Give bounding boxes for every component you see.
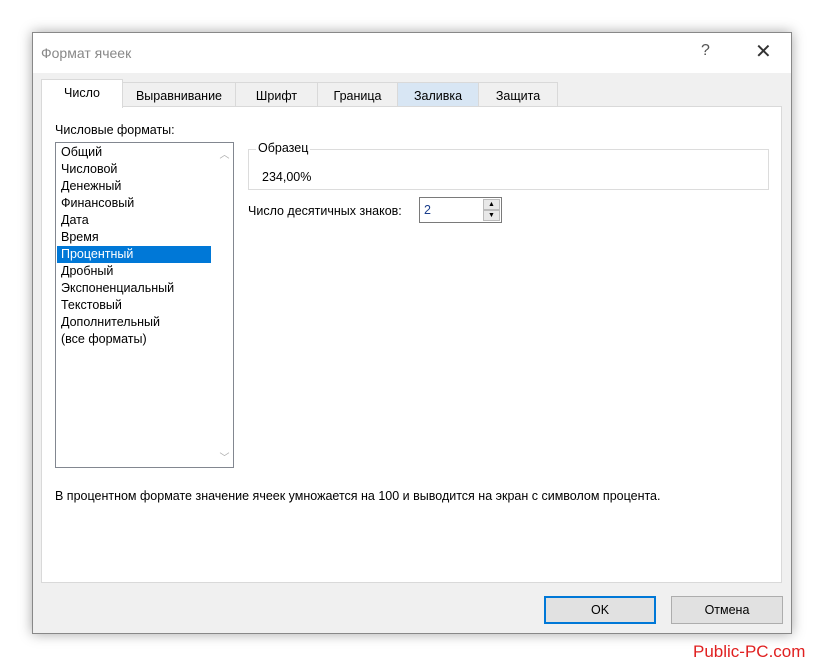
format-list-item[interactable]: Финансовый [57, 195, 211, 212]
format-list-item[interactable]: (все форматы) [57, 331, 211, 348]
format-list-item[interactable]: Дата [57, 212, 211, 229]
format-description: В процентном формате значение ячеек умно… [55, 489, 661, 503]
format-list-item[interactable]: Текстовый [57, 297, 211, 314]
sample-group: Образец 234,00% [248, 141, 769, 190]
watermark: Public-PC.com [693, 642, 806, 661]
help-button[interactable]: ? [701, 42, 710, 60]
decimals-label: Число десятичных знаков: [248, 204, 402, 218]
format-list-item[interactable]: Числовой [57, 161, 211, 178]
formats-listbox[interactable]: ︿ ﹀ Общий Числовой Денежный Финансовый Дата В… [55, 142, 234, 468]
formats-label: Числовые форматы: [55, 123, 175, 137]
cancel-button[interactable]: Отмена [671, 596, 783, 624]
title-bar: Формат ячеек ? ✕ [33, 33, 791, 73]
format-list-item[interactable]: Дополнительный [57, 314, 211, 331]
format-list-item[interactable]: Процентный [57, 246, 211, 263]
format-list-item[interactable]: Общий [57, 144, 211, 161]
tab-fill[interactable]: Заливка [397, 82, 479, 106]
scroll-down-icon[interactable]: ﹀ [216, 449, 233, 464]
decimals-value[interactable]: 2 [424, 203, 431, 217]
scroll-up-icon[interactable]: ︿ [216, 146, 233, 161]
tab-protection[interactable]: Защита [478, 82, 558, 106]
format-list-item[interactable]: Дробный [57, 263, 211, 280]
format-list-item[interactable]: Денежный [57, 178, 211, 195]
scrollbar[interactable]: ︿ ﹀ [216, 143, 233, 467]
sample-value: 234,00% [262, 170, 312, 184]
spin-down-icon[interactable]: ▼ [483, 210, 500, 221]
tab-border[interactable]: Граница [317, 82, 398, 106]
sample-label: Образец [256, 141, 311, 155]
tab-alignment[interactable]: Выравнивание [122, 82, 236, 106]
dialog-title: Формат ячеек [41, 45, 132, 61]
spin-up-icon[interactable]: ▲ [483, 199, 500, 210]
decimals-spinner[interactable]: 2 ▲ ▼ [419, 197, 502, 223]
close-button[interactable]: ✕ [755, 39, 772, 64]
format-list-item[interactable]: Время [57, 229, 211, 246]
tab-number[interactable]: Число [41, 79, 123, 108]
tab-font[interactable]: Шрифт [235, 82, 318, 106]
format-cells-dialog: Формат ячеек ? ✕ Число Выравнивание Шриф… [32, 32, 792, 634]
format-list-item[interactable]: Экспоненциальный [57, 280, 211, 297]
ok-button[interactable]: OK [544, 596, 656, 624]
